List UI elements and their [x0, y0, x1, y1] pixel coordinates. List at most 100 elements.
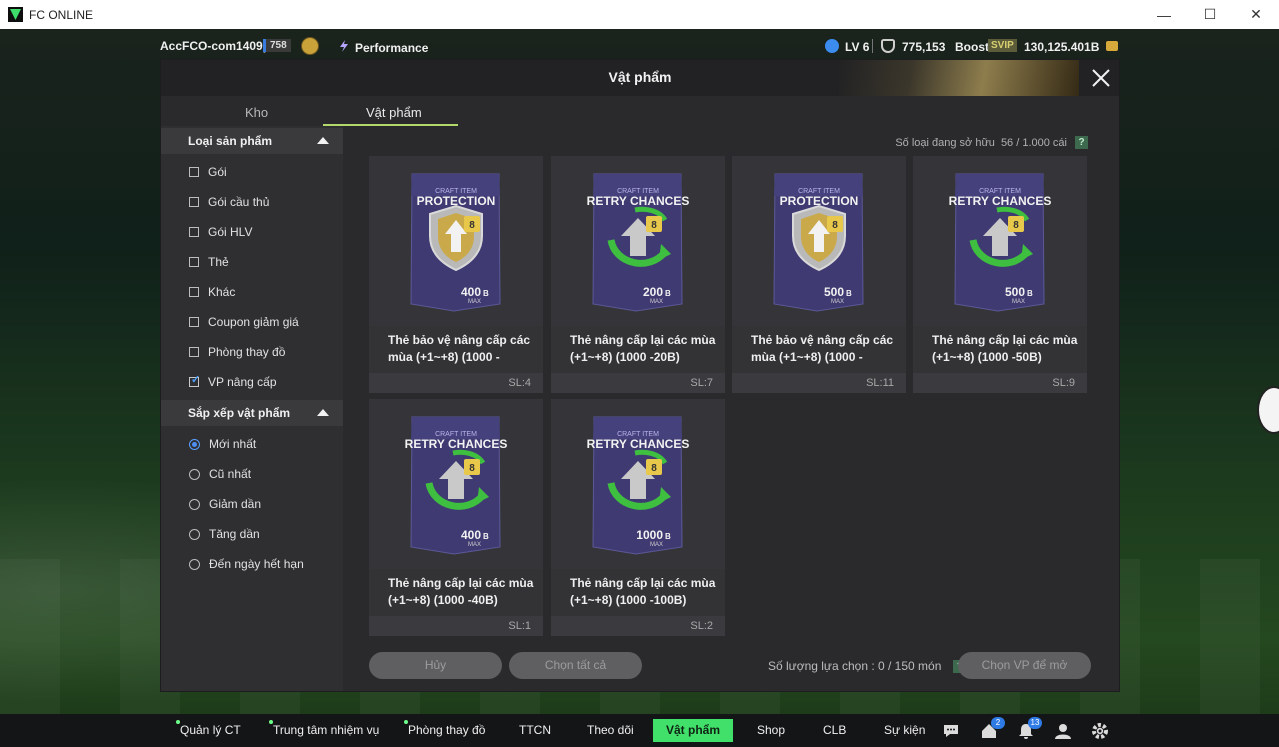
nav-vat-pham[interactable]: Vật phẩm: [653, 719, 733, 742]
product-type-header[interactable]: Loại sản phẩm: [161, 128, 343, 154]
modal-header: Vật phẩm: [161, 60, 1119, 96]
filter-goi-cau-thu[interactable]: Gói cầu thủ: [189, 194, 269, 210]
checkbox[interactable]: [189, 227, 199, 237]
item-name: Thẻ nâng cấp lại các mùa (+1~+8) (1000 -…: [388, 576, 534, 607]
nav-theo-doi[interactable]: Theo dõi: [587, 723, 634, 737]
card-max: MAX: [468, 542, 481, 548]
maximize-button[interactable]: ☐: [1187, 0, 1233, 29]
card-artwork: 8 CRAFT ITEM PROTECTION 500 B MAX: [732, 156, 906, 326]
checkbox[interactable]: [189, 167, 199, 177]
divider: [872, 39, 873, 53]
item-name: Thẻ nâng cấp lại các mùa (+1~+8) (1000 -…: [570, 576, 716, 607]
gear-icon[interactable]: [1090, 721, 1110, 741]
radio-selected[interactable]: [189, 438, 200, 450]
item-card[interactable]: 8 CRAFT ITEM RETRY CHANCES 1000 B MAX Thẻ nâng…: [551, 399, 725, 636]
bottom-nav: Quản lý CT Trung tâm nhiệm vụ Phòng thay…: [0, 714, 1279, 747]
filter-coupon[interactable]: Coupon giảm giá: [189, 314, 299, 330]
card-unit: B: [665, 289, 671, 298]
checkbox[interactable]: [189, 197, 199, 207]
card-type-label: RETRY CHANCES: [949, 194, 1052, 208]
item-name: Thẻ bảo vệ nâng cấp các mùa (+1~+8) (100…: [751, 333, 894, 364]
nav-clb[interactable]: CLB: [823, 723, 846, 737]
sort-moi-nhat[interactable]: Mới nhất: [189, 436, 256, 452]
nav-shop[interactable]: Shop: [757, 723, 785, 737]
close-window-button[interactable]: ✕: [1233, 0, 1279, 29]
chat-icon[interactable]: [941, 721, 961, 741]
item-quantity: SL:2: [690, 620, 713, 632]
quantity-bar: SL:4: [369, 373, 543, 393]
cancel-button[interactable]: Hủy: [369, 652, 502, 679]
item-name: Thẻ nâng cấp lại các mùa (+1~+8) (1000 -…: [570, 333, 716, 364]
nav-su-kien[interactable]: Sự kiện: [884, 723, 925, 737]
coin-icon: [1106, 41, 1118, 51]
item-card[interactable]: 8 CRAFT ITEM PROTECTION 500 B MAX Thẻ bảo vệ n…: [732, 156, 906, 393]
filter-sidebar: Loại sản phẩm Gói Gói cầu thủ Gói HLV Th…: [161, 126, 343, 691]
bell-icon[interactable]: 13: [1016, 717, 1042, 741]
filter-vp-nang-cap[interactable]: ✓ VP nâng cấp: [189, 374, 277, 390]
open-selected-button[interactable]: Chọn VP để mở: [958, 652, 1091, 679]
item-card[interactable]: 8 CRAFT ITEM RETRY CHANCES 200 B MAX Thẻ nâng …: [551, 156, 725, 393]
window-titlebar: FC ONLINE — ☐ ✕: [0, 0, 1279, 29]
nav-phong-thay-do[interactable]: Phòng thay đồ: [404, 720, 485, 737]
card-max: MAX: [650, 299, 663, 305]
checkbox[interactable]: [189, 287, 199, 297]
sort-het-han[interactable]: Đến ngày hết hạn: [189, 556, 304, 572]
item-quantity: SL:7: [690, 377, 713, 389]
nav-quan-ly-ct[interactable]: Quản lý CT: [176, 720, 241, 737]
collapse-triangle-icon: [317, 409, 329, 416]
filter-goi[interactable]: Gói: [189, 164, 227, 180]
checkbox[interactable]: [189, 317, 199, 327]
item-quantity: SL:1: [508, 620, 531, 632]
lightning-icon: [337, 39, 351, 56]
active-tab-indicator: [323, 124, 458, 126]
item-quantity: SL:11: [866, 377, 894, 389]
level-icon: [825, 39, 839, 53]
minimize-button[interactable]: —: [1141, 0, 1187, 29]
card-unit: B: [846, 289, 852, 298]
filter-phong-thay-do[interactable]: Phòng thay đồ: [189, 344, 285, 360]
radio[interactable]: [189, 558, 200, 570]
filter-goi-hlv[interactable]: Gói HLV: [189, 224, 252, 240]
item-name: Thẻ bảo vệ nâng cấp các mùa (+1~+8) (100…: [388, 333, 531, 364]
filter-khac[interactable]: Khác: [189, 284, 235, 300]
select-all-button[interactable]: Chọn tất cả: [509, 652, 642, 679]
home-icon[interactable]: 2: [979, 717, 1005, 741]
card-value: 400: [461, 528, 481, 542]
radio[interactable]: [189, 528, 200, 540]
svip-badge: SVIP: [988, 39, 1017, 52]
sort-header[interactable]: Sắp xếp vật phẩm: [161, 400, 343, 426]
notification-dot: [176, 720, 180, 724]
tab-vat-pham[interactable]: Vật phẩm: [366, 105, 422, 120]
performance-button[interactable]: Performance: [355, 41, 428, 55]
tab-kho[interactable]: Kho: [245, 105, 268, 120]
sort-giam-dan[interactable]: Giảm dần: [189, 496, 261, 512]
item-card[interactable]: 8 CRAFT ITEM PROTECTION 400 B MAX Thẻ bảo vệ n…: [369, 156, 543, 393]
card-level: 8: [469, 220, 475, 231]
modal-title: Vật phẩm: [608, 69, 672, 85]
radio[interactable]: [189, 498, 200, 510]
selection-count: Số lượng lựa chọn : 0 / 150 món ?: [768, 659, 967, 673]
nav-ttcn[interactable]: TTCN: [519, 723, 551, 737]
sort-cu-nhat[interactable]: Cũ nhất: [189, 466, 251, 482]
sort-tang-dan[interactable]: Tăng dần: [189, 526, 260, 542]
filter-the[interactable]: Thẻ: [189, 254, 229, 270]
card-value: 1000: [636, 528, 663, 542]
item-card[interactable]: 8 CRAFT ITEM RETRY CHANCES 400 B MAX Thẻ nâng …: [369, 399, 543, 636]
nav-trung-tam-nhiem-vu[interactable]: Trung tâm nhiệm vụ: [269, 720, 379, 737]
profile-icon[interactable]: [1053, 721, 1073, 741]
account-level-badge: 758: [263, 39, 291, 52]
checkbox-checked[interactable]: ✓: [189, 375, 200, 387]
radio[interactable]: [189, 468, 200, 480]
item-card[interactable]: 8 CRAFT ITEM RETRY CHANCES 500 B MAX Thẻ nâng …: [913, 156, 1087, 393]
card-level: 8: [651, 463, 657, 474]
item-name: Thẻ nâng cấp lại các mùa (+1~+8) (1000 -…: [932, 333, 1078, 364]
collapse-triangle-icon: [317, 137, 329, 144]
card-type-label: RETRY CHANCES: [587, 194, 690, 208]
help-icon[interactable]: ?: [1075, 136, 1088, 149]
card-unit: B: [665, 532, 671, 541]
checkbox[interactable]: [189, 257, 199, 267]
checkbox[interactable]: [189, 347, 199, 357]
account-name[interactable]: AccFCO-com1409p: [160, 39, 270, 53]
card-value: 200: [643, 285, 663, 299]
close-icon[interactable]: [1089, 66, 1113, 90]
